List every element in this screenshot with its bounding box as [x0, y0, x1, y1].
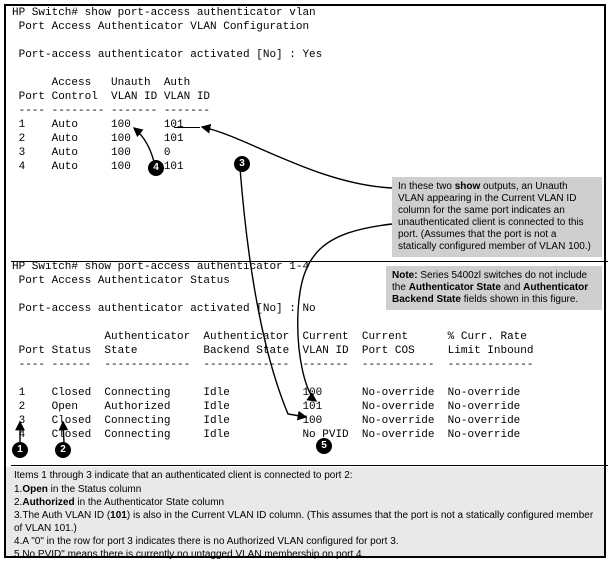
legend-item-3: 3.The Auth VLAN ID (101) is also in the …: [14, 509, 596, 535]
cli-prompt: HP Switch#: [12, 261, 85, 273]
cli-title: Port Access Authenticator VLAN Configura…: [12, 21, 309, 33]
cli-prompt: HP Switch#: [12, 7, 85, 19]
legend-footer: Items 1 through 3 indicate that an authe…: [6, 467, 604, 556]
cli-activated-label: Port-access authenticator activated [No]…: [12, 303, 302, 315]
badge-1: [12, 442, 28, 458]
legend-item-4: 4.A "0" in the row for port 3 indicates …: [14, 535, 596, 548]
cli-activated-value: Yes: [302, 49, 322, 61]
cli-sep-row: ---- ------ ------------- ------------- …: [12, 359, 534, 371]
cli-header-row: Port Status State Backend State VLAN ID …: [12, 345, 534, 357]
badge-2: [55, 442, 71, 458]
table-row: 3 Auto 100 0: [12, 147, 170, 159]
table-row: 4 Auto 100 101: [12, 161, 184, 173]
legend-lead: Items 1 through 3 indicate that an authe…: [14, 469, 596, 482]
cli-command: show port-access authenticator vlan: [85, 7, 316, 19]
table-row: 3 Closed Connecting Idle 100 No-override…: [12, 415, 520, 427]
cli-header-row: Authenticator Authenticator Current Curr…: [12, 331, 527, 343]
cli-sep-row: ---- -------- ------- -------: [12, 105, 210, 117]
cli-title: Port Access Authenticator Status: [12, 275, 230, 287]
strikethrough-auth-vlan-101: [174, 127, 200, 128]
legend-item-2: 2.Authorized in the Authenticator State …: [14, 496, 596, 509]
cli-output-vlan: HP Switch# show port-access authenticato…: [6, 6, 328, 174]
callout-note-unauth-vlan: In these two show outputs, an Unauth VLA…: [392, 177, 602, 257]
cli-command: show port-access authenticator 1-4: [85, 261, 309, 273]
cli-header-row: Access Unauth Auth: [12, 77, 190, 89]
cli-header-row: Port Control VLAN ID VLAN ID: [12, 91, 210, 103]
table-row: 2 Open Authorized Idle 101 No-override N…: [12, 401, 520, 413]
table-row: 1 Closed Connecting Idle 100 No-override…: [12, 387, 520, 399]
legend-item-5: 5.No PVID" means there is currently no u…: [14, 548, 596, 561]
table-row: 4 Closed Connecting Idle No PVID No-over…: [12, 429, 520, 441]
legend-item-1: 1.Open in the Status column: [14, 483, 596, 496]
table-row: 2 Auto 100 101: [12, 133, 184, 145]
cli-activated-value: No: [302, 303, 315, 315]
cli-activated-label: Port-access authenticator activated [No]…: [12, 49, 302, 61]
callout-note-5400zl: Note: Series 5400zl switches do not incl…: [386, 266, 602, 310]
hrule: [11, 465, 608, 466]
table-row: 1 Auto 100 101: [12, 119, 184, 131]
